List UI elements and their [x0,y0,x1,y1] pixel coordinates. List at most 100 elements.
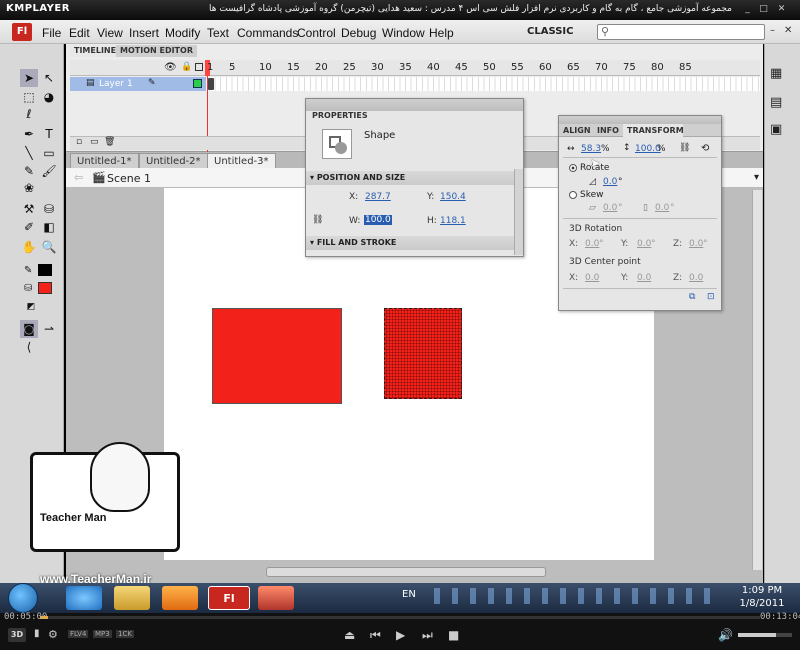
layer-name[interactable]: Layer 1 [99,79,133,89]
explorer-folder-icon[interactable] [114,586,150,610]
scale-width-value[interactable]: 58.3 [581,144,601,154]
menu-view[interactable]: View [97,26,123,40]
eyedropper-tool-icon[interactable]: ✐ [20,218,38,236]
bone-tool-icon[interactable]: ⚒ [20,200,38,218]
doc-minimize-icon[interactable]: – [770,25,780,37]
rectangle-tool-icon[interactable]: ▭ [40,144,58,162]
hand-tool-icon[interactable]: ✋ [20,238,38,256]
workspace-switcher[interactable]: CLASSIC ▾ [527,24,581,53]
object-drawing-icon[interactable]: ◙ [20,320,38,338]
tab-untitled-3[interactable]: Untitled-3* [207,153,276,168]
tab-untitled-2[interactable]: Untitled-2* [139,153,208,168]
menu-window[interactable]: Window [382,26,425,40]
eject-icon[interactable]: ⏏ [344,628,355,642]
properties-panel-grip[interactable] [306,99,523,111]
stop-icon[interactable]: ■ [448,628,459,642]
menu-text[interactable]: Text [207,26,229,40]
vertical-scrollbar[interactable] [752,190,762,570]
x-value[interactable]: 287.7 [365,192,391,202]
tab-align[interactable]: ALIGN [563,126,591,135]
flash-taskbar-icon[interactable]: Fl [208,586,250,610]
maximize-icon[interactable]: □ [758,4,769,15]
position-and-size-section[interactable]: ▾ POSITION AND SIZE [306,171,514,185]
3d-rot-z-value[interactable]: 0.0 [689,239,703,249]
keyframe[interactable] [208,78,214,90]
rotate-value[interactable]: 0.0 [603,177,617,187]
lock-icon[interactable]: 🔒 [181,62,192,72]
eraser-tool-icon[interactable]: ◧ [40,218,58,236]
smooth-icon[interactable]: ⟨ [20,338,38,356]
color-panel-icon[interactable]: ▦ [770,66,788,82]
volume-slider[interactable] [738,633,792,637]
photo-app-icon[interactable] [258,586,294,610]
swap-colors-icon[interactable]: ◩ [22,298,40,316]
reset-icon[interactable]: ⟲ [701,143,709,154]
language-indicator[interactable]: EN [402,589,416,600]
close-icon[interactable]: ✕ [776,4,787,15]
seek-bar[interactable] [40,616,760,619]
stroke-color-swatch[interactable] [38,264,52,276]
skew-h-value[interactable]: 0.0 [603,203,617,213]
constrain-icon[interactable]: ⛓ [679,143,690,153]
volume-icon[interactable]: 🔊 [718,628,733,642]
remove-transform-icon[interactable]: ⊡ [707,292,715,302]
media-player-icon[interactable] [162,586,198,610]
y-value[interactable]: 150.4 [440,192,466,202]
h-value[interactable]: 118.1 [440,216,466,226]
panel-scrollbar[interactable] [514,169,523,255]
lock-width-height-icon[interactable]: ⛓ [312,215,323,225]
playlist-icon[interactable]: ▮ [34,628,40,639]
fill-and-stroke-section[interactable]: ▾ FILL AND STROKE [306,236,514,250]
menu-help[interactable]: Help [429,26,454,40]
play-icon[interactable]: ▶ [396,628,405,642]
internet-explorer-icon[interactable] [66,586,102,610]
doc-close-icon[interactable]: ✕ [784,25,794,37]
skew-radio[interactable] [569,191,577,199]
3d-rotation-tool-icon[interactable]: ◕ [40,88,58,106]
zoom-tool-icon[interactable]: 🔍 [40,238,58,256]
pen-tool-icon[interactable]: ✒ [20,125,38,143]
tab-transform[interactable]: TRANSFORM [623,124,684,137]
system-tray-icons[interactable] [428,588,718,604]
horizontal-scrollbar[interactable] [266,567,546,577]
skew-v-value[interactable]: 0.0 [655,203,669,213]
duplicate-transform-icon[interactable]: ⧉ [689,292,695,302]
transform-panel-grip[interactable] [559,116,721,124]
settings-gear-icon[interactable]: ⚙ [48,628,58,641]
tab-motion-editor[interactable]: MOTION EDITOR [116,45,197,57]
3d-rot-y-value[interactable]: 0.0 [637,239,651,249]
library-panel-icon[interactable]: ▣ [770,122,788,138]
brush-tool-icon[interactable]: 🖌 [40,162,58,180]
new-folder-icon[interactable]: ▭ [90,137,99,147]
system-clock[interactable]: 1:09 PM 1/8/2011 [730,584,794,610]
eye-icon[interactable]: 👁 [164,62,177,73]
menu-control[interactable]: Control [297,26,336,40]
tab-untitled-1[interactable]: Untitled-1* [70,153,139,168]
previous-icon[interactable]: ⏮ [370,628,381,643]
start-button[interactable] [8,583,38,613]
lasso-tool-icon[interactable]: ℓ [20,105,38,123]
zoom-chevron-down-icon[interactable]: ▾ [754,172,759,183]
text-tool-icon[interactable]: T [40,125,58,143]
delete-layer-icon[interactable]: 🗑 [104,137,115,147]
fill-color-swatch[interactable] [38,282,52,294]
rotate-radio[interactable] [569,164,577,172]
tab-timeline[interactable]: TIMELINE [70,45,121,57]
scene-name[interactable]: Scene 1 [107,172,151,185]
3d-center-x-value[interactable]: 0.0 [585,273,599,283]
menu-debug[interactable]: Debug [341,26,376,40]
snap-icon[interactable]: ⇀ [40,320,58,338]
3d-badge[interactable]: 3D [8,628,26,642]
line-tool-icon[interactable]: ╲ [20,144,38,162]
free-transform-tool-icon[interactable]: ⬚ [20,88,38,106]
red-rectangle-shape[interactable] [212,308,342,404]
menu-insert[interactable]: Insert [129,26,159,40]
minimize-icon[interactable]: _ [742,4,753,15]
3d-center-z-value[interactable]: 0.0 [689,273,703,283]
properties-tab[interactable]: PROPERTIES [312,111,368,120]
menu-file[interactable]: File [42,26,61,40]
new-layer-icon[interactable]: ▫ [76,137,82,147]
selection-tool-icon[interactable]: ➤ [20,69,38,87]
selected-red-square-shape[interactable] [384,308,462,399]
3d-center-y-value[interactable]: 0.0 [637,273,651,283]
